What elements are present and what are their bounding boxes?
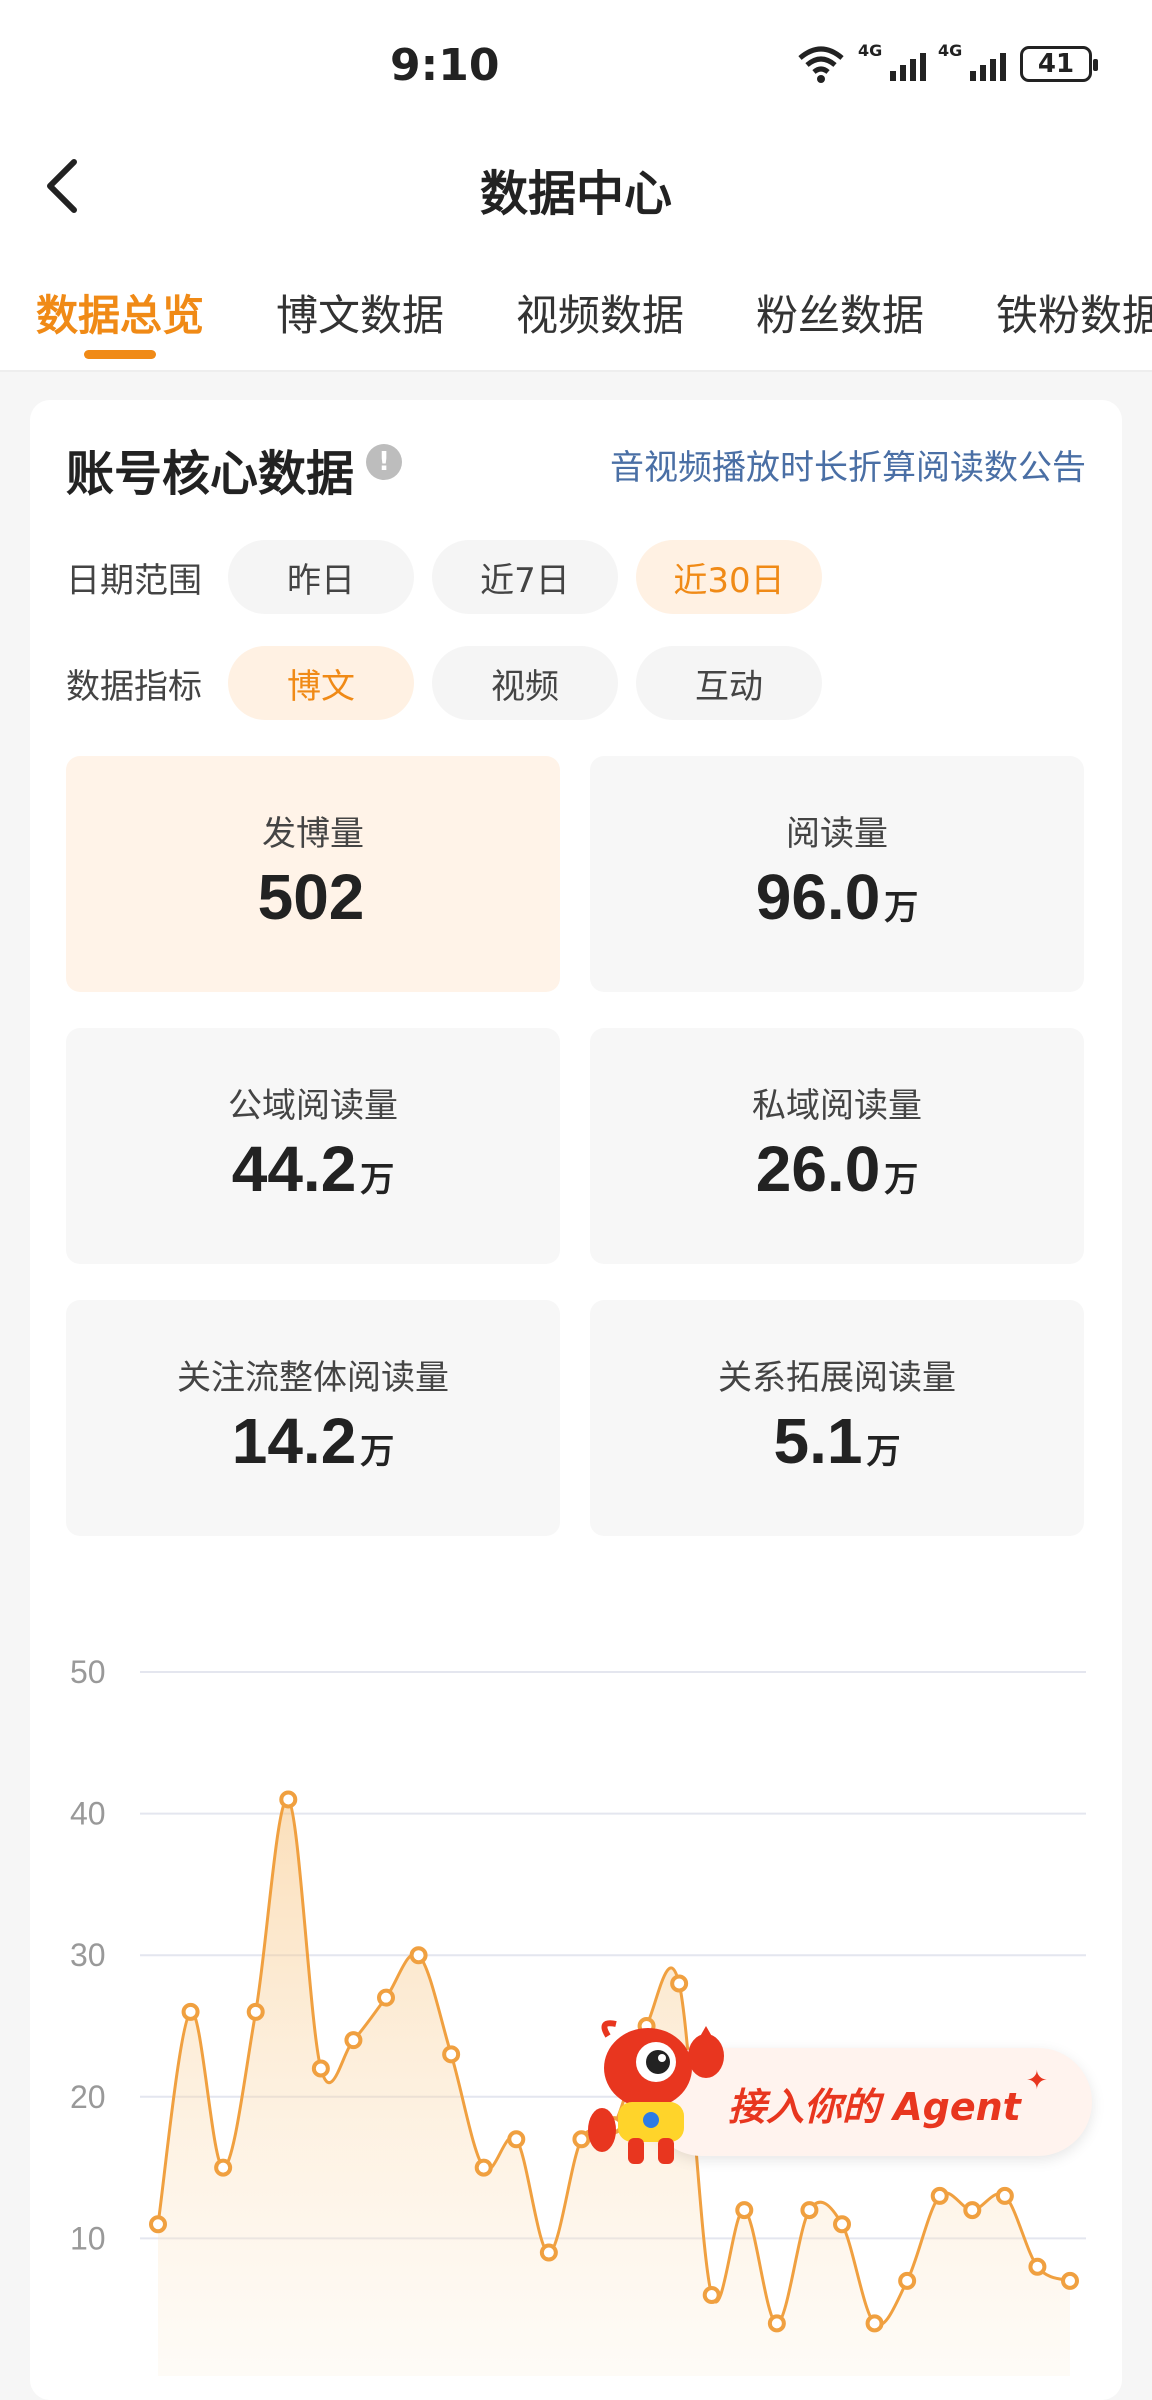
trend-chart: 50 40 30 20 10 (70, 1654, 1086, 2376)
tab-video-data[interactable]: 视频数据 (516, 282, 684, 343)
date-range-label: 日期范围 (66, 560, 202, 601)
chart-data-point (279, 1790, 298, 1809)
chart-data-point (409, 1946, 428, 1965)
tab-iron-fans-data[interactable]: 铁粉数据 (996, 282, 1152, 343)
chart-y-tick-label: 10 (70, 2220, 106, 2256)
metric-chip-posts[interactable]: 博文 (228, 646, 414, 720)
metric-card-post-count[interactable]: 发博量 502 (66, 756, 560, 992)
metric-label: 关注流整体阅读量 (177, 1358, 449, 1398)
metric-card-follow-feed-reads[interactable]: 关注流整体阅读量 14.2 万 (66, 1300, 560, 1536)
chart-data-point (572, 2130, 591, 2149)
metric-card-reads[interactable]: 阅读量 96.0 万 (590, 756, 1084, 992)
chart-data-point (149, 2215, 167, 2234)
date-chip-7d[interactable]: 近7日 (432, 540, 618, 614)
metric-unit: 万 (360, 1432, 395, 1472)
cellular-signal-icon: 4G (858, 41, 926, 81)
chart-data-point (442, 2045, 461, 2064)
wifi-icon (798, 46, 844, 83)
tab-post-data[interactable]: 博文数据 (276, 282, 444, 343)
metric-unit: 万 (884, 888, 919, 928)
info-icon[interactable]: ! (366, 444, 402, 480)
chart-y-tick-label: 40 (70, 1796, 106, 1832)
metric-chip-interaction[interactable]: 互动 (636, 646, 822, 720)
metric-type-row: 数据指标 博文 视频 互动 (66, 646, 840, 720)
chart-data-point (181, 2002, 200, 2021)
chart-data-point (995, 2186, 1014, 2205)
metric-value: 5.1 (773, 1405, 863, 1477)
tab-fans-data[interactable]: 粉丝数据 (756, 282, 924, 343)
header-area: 9:10 4G 4G 41 数据中心 数据总览 博文数据 视频数据 粉丝数据 铁… (0, 0, 1152, 372)
chart-y-tick-label: 20 (70, 2079, 106, 2115)
metric-value: 14.2 (231, 1405, 357, 1477)
metric-unit: 万 (884, 1160, 919, 1200)
chart-data-point (670, 1974, 689, 1993)
chart-data-point (767, 2314, 786, 2333)
metric-unit: 万 (866, 1432, 901, 1472)
metric-card-public-reads[interactable]: 公域阅读量 44.2 万 (66, 1028, 560, 1264)
chart-data-point (507, 2130, 526, 2149)
metric-chip-video[interactable]: 视频 (432, 646, 618, 720)
battery-level: 41 (1037, 49, 1075, 79)
chart-data-point (930, 2186, 949, 2205)
metric-label: 私域阅读量 (752, 1086, 922, 1126)
chart-data-point (963, 2201, 982, 2220)
metric-label: 公域阅读量 (228, 1086, 398, 1126)
metric-label: 关系拓展阅读量 (718, 1358, 956, 1398)
metric-value: 44.2 (231, 1133, 357, 1205)
status-icons: 4G 4G 41 (796, 41, 1098, 84)
chart-y-tick-label: 50 (70, 1654, 106, 1690)
metric-unit: 万 (360, 1160, 395, 1200)
date-range-row: 日期范围 昨日 近7日 近30日 (66, 540, 840, 614)
chart-data-point (246, 2002, 265, 2021)
card-title: 账号核心数据 (66, 446, 355, 502)
chart-y-tick-label: 30 (70, 1937, 106, 1973)
metric-value: 96.0 (755, 861, 881, 933)
notice-link[interactable]: 音视频播放时长折算阅读数公告 (610, 440, 1086, 489)
chart-data-point (311, 2059, 330, 2078)
chart-data-point (865, 2314, 884, 2333)
page-title: 数据中心 (479, 166, 672, 222)
metric-card-relation-reads[interactable]: 关系拓展阅读量 5.1 万 (590, 1300, 1084, 1536)
sparkle-icon: ✦ (1026, 2066, 1048, 2096)
tab-bar: 数据总览 博文数据 视频数据 粉丝数据 铁粉数据 (0, 270, 1152, 372)
agent-connect-button[interactable]: 接入你的 Agent ✦ (588, 2012, 1092, 2168)
date-chip-yesterday[interactable]: 昨日 (228, 540, 414, 614)
metric-label: 发博量 (262, 814, 364, 854)
metric-value: 26.0 (755, 1133, 881, 1205)
chart-data-point (474, 2158, 493, 2177)
chart-data-point (344, 2031, 363, 2050)
status-bar: 9:10 4G 4G 41 (0, 0, 1152, 130)
agent-button-label: 接入你的 Agent (728, 2085, 1021, 2129)
chart-data-point (800, 2201, 819, 2220)
date-chip-30d[interactable]: 近30日 (636, 540, 822, 614)
tab-active-indicator (84, 350, 156, 359)
chart-data-point (702, 2286, 721, 2305)
status-time: 9:10 (390, 40, 500, 91)
battery-icon: 41 (1020, 46, 1098, 82)
chart-data-point (377, 1988, 395, 2007)
tab-overview[interactable]: 数据总览 (36, 282, 204, 343)
nav-bar: 数据中心 (0, 130, 1152, 240)
cellular-signal-icon: 4G (938, 41, 1006, 81)
chart-data-point (833, 2215, 851, 2234)
chart-data-point (214, 2158, 233, 2177)
chart-data-point (1028, 2257, 1047, 2276)
metric-type-label: 数据指标 (66, 666, 202, 707)
chart-data-point (539, 2243, 558, 2262)
lobster-mascot-icon (588, 2020, 724, 2164)
chart-data-point (735, 2201, 754, 2220)
metric-value: 502 (257, 861, 365, 933)
chart-data-point (1061, 2271, 1079, 2290)
metric-card-private-reads[interactable]: 私域阅读量 26.0 万 (590, 1028, 1084, 1264)
chart-data-point (898, 2271, 917, 2290)
metric-label: 阅读量 (786, 814, 888, 854)
